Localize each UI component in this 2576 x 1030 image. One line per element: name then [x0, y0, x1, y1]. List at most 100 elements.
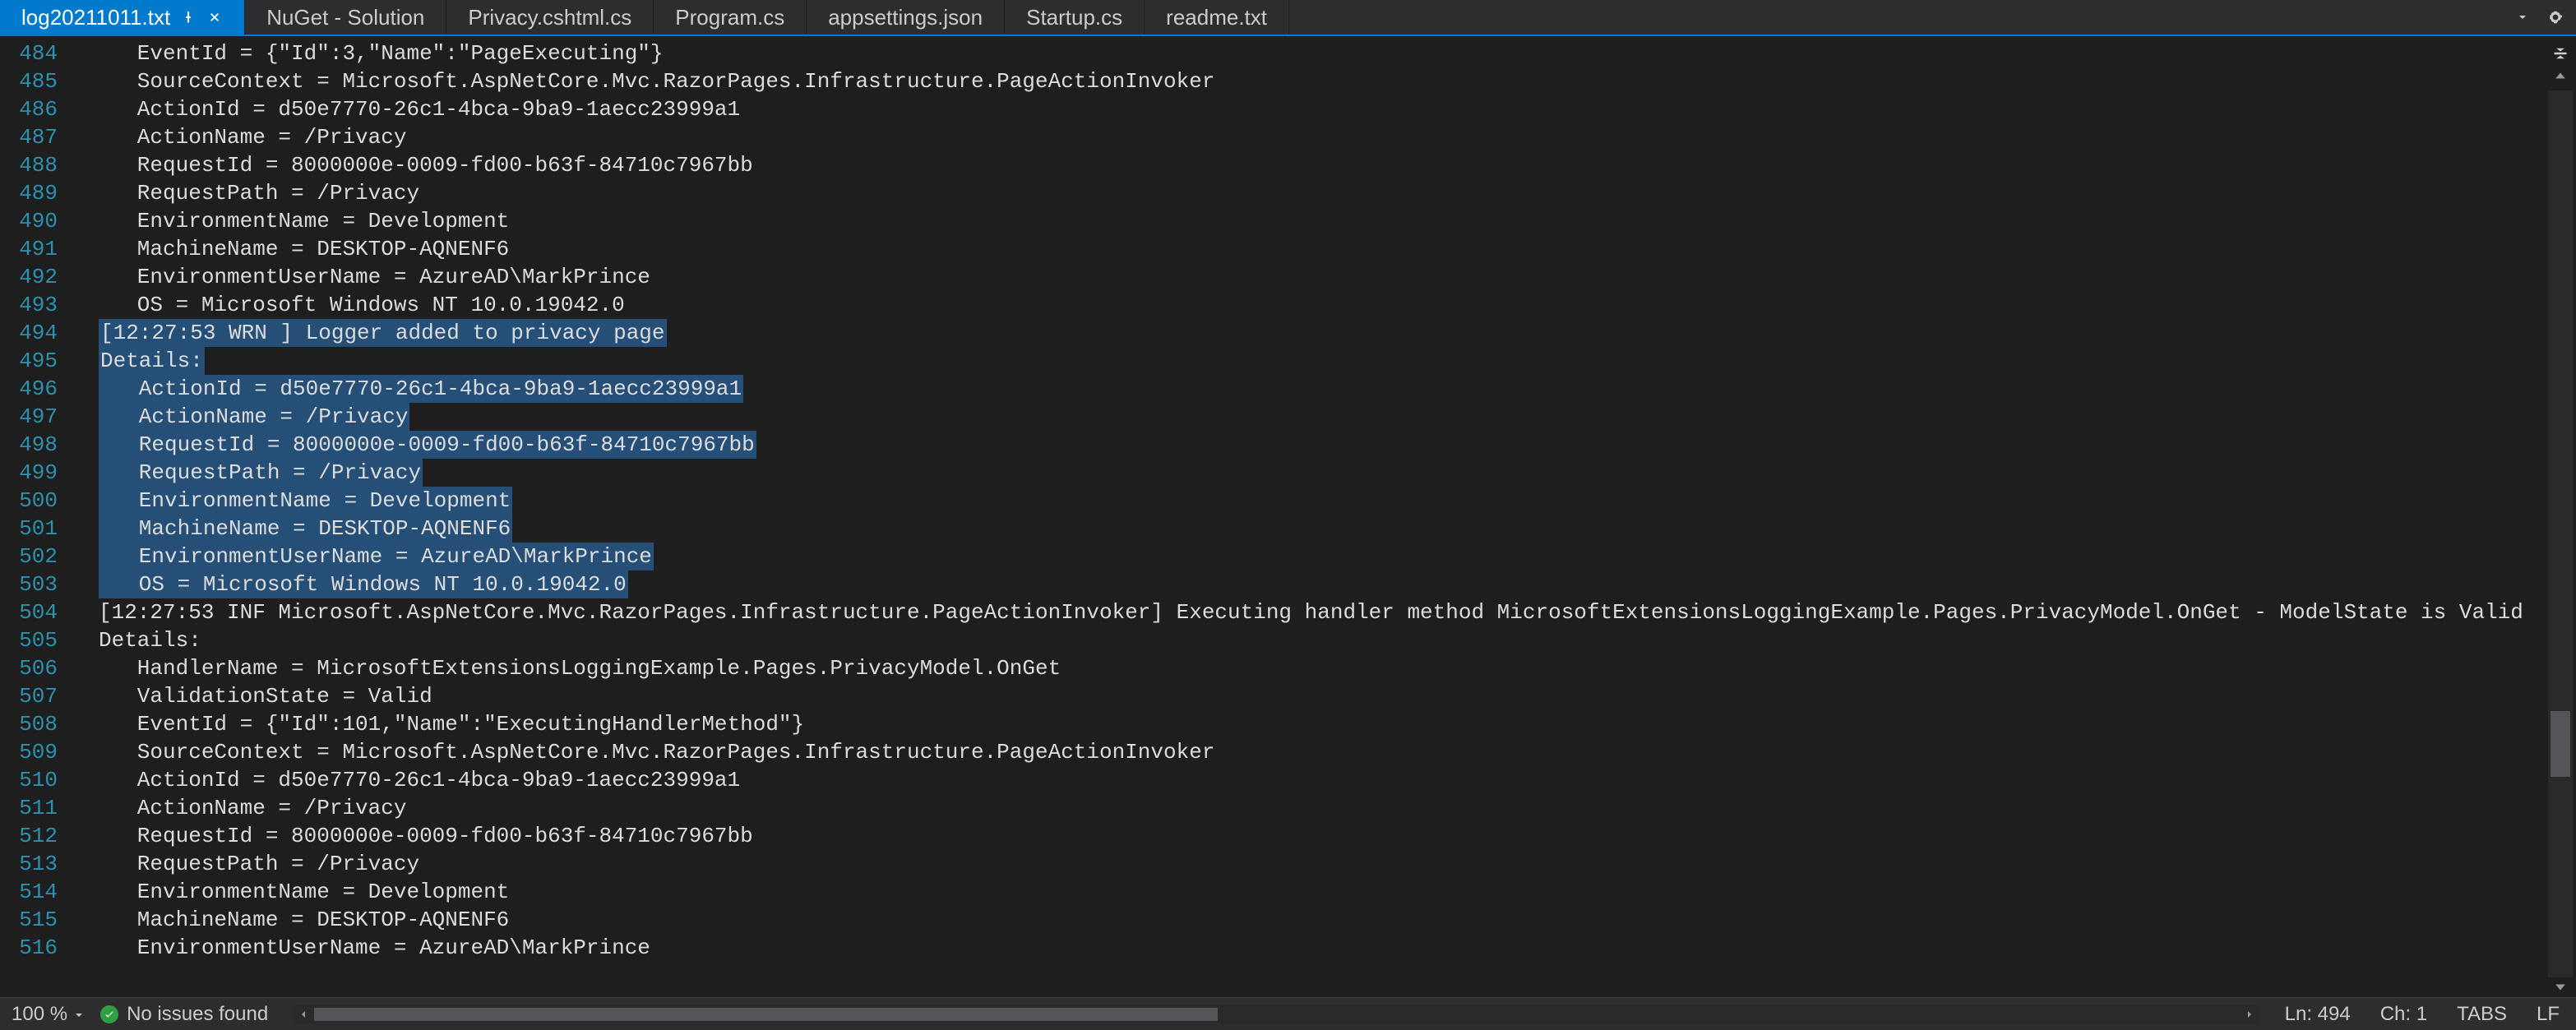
code-text: Details: [99, 626, 201, 654]
horizontal-scroll-thumb[interactable] [314, 1008, 1218, 1021]
code-line[interactable]: EventId = {"Id":101,"Name":"ExecutingHan… [99, 710, 2545, 738]
scroll-right-arrow-icon[interactable] [2241, 1005, 2259, 1023]
code-line[interactable]: EnvironmentUserName = AzureAD\MarkPrince [99, 263, 2545, 291]
code-line[interactable]: HandlerName = MicrosoftExtensionsLogging… [99, 654, 2545, 682]
code-text: MachineName = DESKTOP-AQNENF6 [99, 906, 509, 934]
code-text: MachineName = DESKTOP-AQNENF6 [99, 235, 509, 263]
code-line[interactable]: ValidationState = Valid [99, 682, 2545, 710]
scroll-up-arrow-icon[interactable] [2548, 66, 2573, 85]
cursor-col[interactable]: Ch: 1 [2380, 1003, 2427, 1026]
tab-privacy-cshtml-cs[interactable]: Privacy.cshtml.cs [446, 0, 654, 35]
code-line[interactable]: EventId = {"Id":3,"Name":"PageExecuting"… [99, 39, 2545, 67]
tab-log20211011[interactable]: log20211011.txt [0, 0, 245, 35]
tab-overflow-icon[interactable] [2514, 8, 2532, 26]
code-text: RequestPath = /Privacy [99, 459, 423, 487]
code-line[interactable]: ActionId = d50e7770-26c1-4bca-9ba9-1aecc… [99, 95, 2545, 123]
editor-window: log20211011.txt NuGet - Solution Privacy… [0, 0, 2576, 1030]
code-line[interactable]: ActionName = /Privacy [99, 123, 2545, 151]
code-text: [12:27:53 INF Microsoft.AspNetCore.Mvc.R… [99, 598, 2523, 626]
line-number: 504 [0, 598, 58, 626]
code-text: MachineName = DESKTOP-AQNENF6 [99, 515, 512, 543]
code-line[interactable]: [12:27:53 WRN ] Logger added to privacy … [99, 319, 2545, 347]
code-line[interactable]: OS = Microsoft Windows NT 10.0.19042.0 [99, 570, 2545, 598]
code-line[interactable]: [12:27:53 INF Microsoft.AspNetCore.Mvc.R… [99, 598, 2545, 626]
scroll-left-arrow-icon[interactable] [294, 1005, 312, 1023]
line-number: 488 [0, 151, 58, 179]
code-line[interactable]: MachineName = DESKTOP-AQNENF6 [99, 515, 2545, 543]
code-line[interactable]: Details: [99, 347, 2545, 375]
code-text: ActionName = /Privacy [99, 123, 406, 151]
tab-appsettings-json[interactable]: appsettings.json [807, 0, 1005, 35]
code-line[interactable]: ActionName = /Privacy [99, 403, 2545, 431]
issues-text: No issues found [127, 1003, 268, 1026]
code-line[interactable]: RequestPath = /Privacy [99, 459, 2545, 487]
vertical-scrollbar[interactable] [2548, 90, 2573, 977]
line-number: 485 [0, 67, 58, 95]
status-bar: 100 % No issues found Ln: 494 Ch: 1 TABS [0, 997, 2576, 1030]
close-icon[interactable] [206, 9, 223, 25]
tab-readme-txt[interactable]: readme.txt [1145, 0, 1289, 35]
line-number: 487 [0, 123, 58, 151]
code-text: EnvironmentName = Development [99, 207, 509, 235]
folding-column[interactable] [74, 39, 99, 997]
code-line[interactable]: ActionName = /Privacy [99, 794, 2545, 822]
code-line[interactable]: EnvironmentUserName = AzureAD\MarkPrince [99, 543, 2545, 570]
code-text: Details: [99, 347, 205, 375]
code-text: RequestId = 8000000e-0009-fd00-b63f-8471… [99, 822, 753, 850]
line-ending[interactable]: LF [2537, 1003, 2560, 1026]
line-number: 502 [0, 543, 58, 570]
code-text: RequestId = 8000000e-0009-fd00-b63f-8471… [99, 431, 756, 459]
split-handle-icon[interactable] [2545, 41, 2576, 66]
tab-label: readme.txt [1166, 5, 1267, 30]
code-line[interactable]: Details: [99, 626, 2545, 654]
code-line[interactable]: SourceContext = Microsoft.AspNetCore.Mvc… [99, 738, 2545, 766]
vertical-scroll-thumb[interactable] [2551, 711, 2570, 777]
code-text: RequestId = 8000000e-0009-fd00-b63f-8471… [99, 151, 753, 179]
code-line[interactable]: EnvironmentName = Development [99, 487, 2545, 515]
text-editor[interactable]: 4844854864874884894904914924934944954964… [0, 36, 2545, 997]
line-number: 515 [0, 906, 58, 934]
code-line[interactable]: RequestPath = /Privacy [99, 179, 2545, 207]
code-line[interactable]: RequestId = 8000000e-0009-fd00-b63f-8471… [99, 151, 2545, 179]
code-line[interactable]: MachineName = DESKTOP-AQNENF6 [99, 235, 2545, 263]
check-circle-icon [100, 1005, 118, 1023]
code-text: OS = Microsoft Windows NT 10.0.19042.0 [99, 570, 628, 598]
line-number: 492 [0, 263, 58, 291]
tab-startup-cs[interactable]: Startup.cs [1005, 0, 1145, 35]
code-line[interactable]: EnvironmentUserName = AzureAD\MarkPrince [99, 934, 2545, 962]
editor-area: 4844854864874884894904914924934944954964… [0, 36, 2576, 997]
code-text: HandlerName = MicrosoftExtensionsLogging… [99, 654, 1061, 682]
code-text: EnvironmentUserName = AzureAD\MarkPrince [99, 263, 650, 291]
code-line[interactable]: RequestPath = /Privacy [99, 850, 2545, 878]
code-line[interactable]: SourceContext = Microsoft.AspNetCore.Mvc… [99, 67, 2545, 95]
code-line[interactable]: ActionId = d50e7770-26c1-4bca-9ba9-1aecc… [99, 766, 2545, 794]
cursor-line[interactable]: Ln: 494 [2285, 1003, 2351, 1026]
gear-icon[interactable] [2546, 8, 2564, 26]
code-line[interactable]: MachineName = DESKTOP-AQNENF6 [99, 906, 2545, 934]
pin-icon[interactable] [180, 9, 197, 25]
zoom-value: 100 % [12, 1003, 67, 1026]
line-number-gutter: 4844854864874884894904914924934944954964… [0, 39, 74, 997]
horizontal-scrollbar[interactable] [294, 1005, 2258, 1023]
line-number: 500 [0, 487, 58, 515]
line-number: 489 [0, 179, 58, 207]
tabbar-spacer [1289, 0, 2502, 35]
indent-mode[interactable]: TABS [2457, 1003, 2507, 1026]
code-line[interactable]: EnvironmentName = Development [99, 207, 2545, 235]
code-text: EventId = {"Id":101,"Name":"ExecutingHan… [99, 710, 804, 738]
zoom-level[interactable]: 100 % [12, 1003, 84, 1026]
code-line[interactable]: EnvironmentName = Development [99, 878, 2545, 906]
code-content[interactable]: EventId = {"Id":3,"Name":"PageExecuting"… [99, 39, 2545, 997]
code-line[interactable]: RequestId = 8000000e-0009-fd00-b63f-8471… [99, 822, 2545, 850]
code-line[interactable]: RequestId = 8000000e-0009-fd00-b63f-8471… [99, 431, 2545, 459]
tab-nuget-solution[interactable]: NuGet - Solution [245, 0, 446, 35]
code-line[interactable]: ActionId = d50e7770-26c1-4bca-9ba9-1aecc… [99, 375, 2545, 403]
tab-program-cs[interactable]: Program.cs [654, 0, 807, 35]
code-text: EnvironmentName = Development [99, 878, 509, 906]
issues-indicator[interactable]: No issues found [100, 1003, 268, 1026]
code-text: ValidationState = Valid [99, 682, 432, 710]
chevron-down-icon[interactable] [74, 1003, 84, 1026]
line-number: 495 [0, 347, 58, 375]
scroll-down-arrow-icon[interactable] [2548, 977, 2573, 997]
code-line[interactable]: OS = Microsoft Windows NT 10.0.19042.0 [99, 291, 2545, 319]
